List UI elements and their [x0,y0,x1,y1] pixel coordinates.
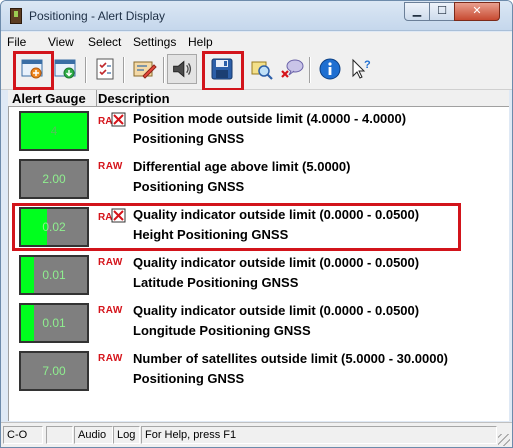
alert-row[interactable]: 0.01 RAW Quality indicator outside limit… [9,251,510,299]
app-icon [10,8,22,24]
maximize-button[interactable]: ☐ [429,2,455,21]
alert-row[interactable]: 4 RA Position mode outside limit (4.0000… [9,107,510,155]
alert-title: Quality indicator outside limit (0.0000 … [133,255,420,270]
clear-comments-icon [281,59,304,78]
alert-row[interactable]: 0.01 RAW Quality indicator outside limit… [9,299,510,347]
alert-source: Latitude Positioning GNSS [133,275,299,290]
checklist-button[interactable] [90,54,120,84]
status-bar: C-O Audio Log For Help, press F1 [1,422,512,447]
checklist-icon [96,58,114,80]
status-help-text: For Help, press F1 [141,426,497,444]
alert-title: Quality indicator outside limit (0.0000 … [133,303,420,318]
menu-view[interactable]: View [48,35,74,49]
raw-alarm-icon: RA [98,112,126,127]
alert-gauge: 0.01 [19,255,89,295]
load-icon [54,59,76,79]
svg-text:RA: RA [98,116,112,127]
menu-settings[interactable]: Settings [133,35,176,49]
raw-status-label: RAW [98,257,123,268]
app-window: Positioning - Alert Display ▁ ☐ ✕ File V… [0,0,513,448]
toolbar: ? [1,51,512,90]
alert-list: 4 RA Position mode outside limit (4.0000… [8,107,509,421]
menu-select[interactable]: Select [88,35,121,49]
highlight-row [12,203,461,251]
alert-row[interactable]: 7.00 RAW Number of satellites outside li… [9,347,510,395]
gauge-value: 4 [50,124,58,138]
column-alert-gauge[interactable]: Alert Gauge [12,91,86,106]
sound-button[interactable] [167,54,197,84]
status-log: Log [113,426,140,444]
status-audio: Audio [74,426,113,444]
load-button[interactable] [51,54,81,84]
status-empty [46,426,73,444]
edit-icon [133,61,157,79]
info-icon [319,58,341,80]
svg-text:?: ? [364,59,371,71]
alert-gauge: 4 [19,111,89,151]
title-bar[interactable]: Positioning - Alert Display ▁ ☐ ✕ [1,1,512,31]
menu-file[interactable]: File [7,35,26,49]
raw-status-label: RAW [98,353,123,364]
alert-source: Longitude Positioning GNSS [133,323,311,338]
highlight-save [202,51,244,91]
gauge-value: 2.00 [42,172,66,186]
help-pointer-button[interactable]: ? [345,54,375,84]
alert-gauge: 2.00 [19,159,89,199]
help-pointer-icon: ? [352,58,371,79]
gauge-value: 7.00 [42,364,66,378]
raw-status-label: RAW [98,305,123,316]
edit-button[interactable] [129,54,159,84]
alert-title: Position mode outside limit (4.0000 - 4.… [133,111,407,126]
gauge-value: 0.01 [42,316,66,330]
view-icon [251,61,273,80]
minimize-button[interactable]: ▁ [404,2,430,21]
toolbar-separator [85,57,87,83]
status-mode: C-O [3,426,43,444]
grid-header: Alert Gauge Description [8,90,509,107]
clear-comments-button[interactable] [277,54,307,84]
info-button[interactable] [315,54,345,84]
window-title: Positioning - Alert Display [29,9,166,23]
gauge-value: 0.01 [42,268,66,282]
menu-help[interactable]: Help [188,35,213,49]
alert-row[interactable]: 2.00 RAW Differential age above limit (5… [9,155,510,203]
alert-gauge: 0.01 [19,303,89,343]
sound-icon [173,60,192,78]
resize-grip[interactable] [498,434,510,446]
toolbar-separator [123,57,125,83]
alert-gauge: 7.00 [19,351,89,391]
view-button[interactable] [247,54,277,84]
alert-source: Positioning GNSS [133,131,245,146]
alert-title: Number of satellites outside limit (5.00… [133,351,449,366]
column-divider[interactable] [96,90,97,107]
raw-status-label: RAW [98,161,123,172]
alert-title: Differential age above limit (5.0000) [133,159,351,174]
toolbar-separator [309,57,311,83]
column-description[interactable]: Description [98,91,170,106]
menu-bar: File View Select Settings Help [1,32,512,51]
close-button[interactable]: ✕ [454,2,500,21]
alert-source: Positioning GNSS [133,371,245,386]
alert-source: Positioning GNSS [133,179,245,194]
highlight-open-config [13,51,54,90]
toolbar-separator [163,57,165,83]
